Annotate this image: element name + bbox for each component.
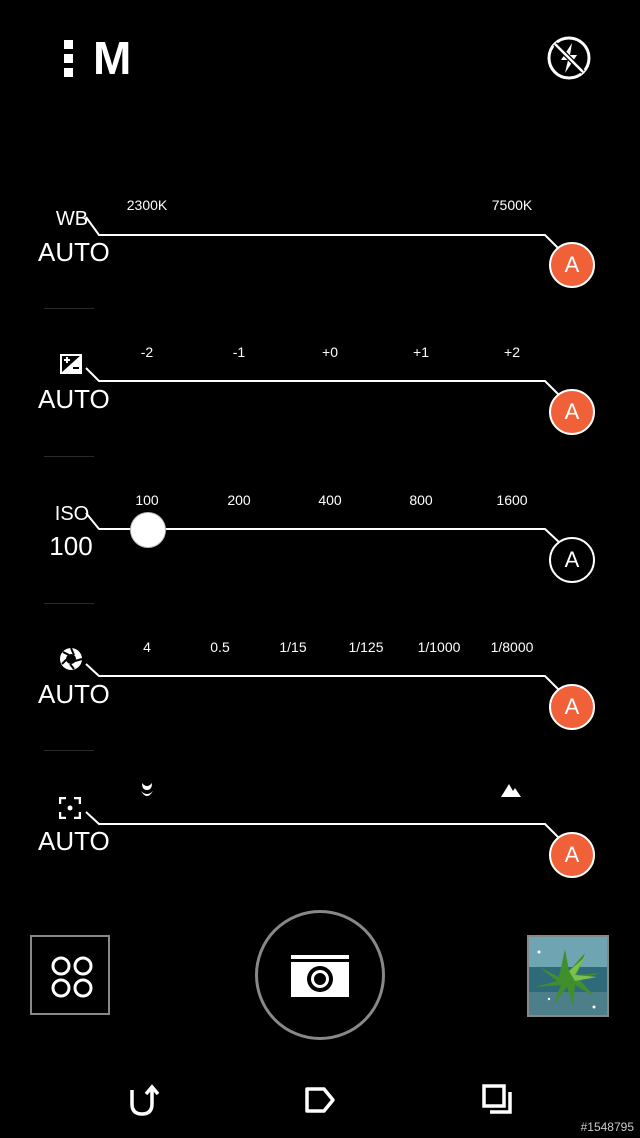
divider [44,603,94,604]
shutter-tick: 1/1000 [417,639,461,655]
shutter-tick: 0.5 [210,639,230,655]
exposure-control: AUTO -2 -1 +0 +1 +2 A [0,337,640,485]
shutter-tick: 1/15 [279,639,307,655]
home-icon[interactable] [300,1080,340,1120]
focus-value: AUTO [38,826,110,856]
exposure-tick: -2 [140,344,154,360]
exposure-tick: +0 [322,344,338,360]
shutter-speed-control: AUTO 4 0.5 1/15 1/125 1/1000 1/8000 A [0,632,640,780]
iso-value: 100 [49,531,93,561]
wb-tick-max: 7500K [491,197,533,213]
iso-tick: 800 [409,492,433,508]
watermark: #1548795 [580,1120,634,1134]
camera-modes-button[interactable] [30,935,110,1015]
macro-flower-icon [141,783,153,796]
exposure-tick: +2 [504,344,520,360]
wb-auto-button[interactable]: A [549,242,595,288]
gallery-thumbnail[interactable] [527,935,609,1017]
gallery-thumbnail-image [529,937,607,1015]
recents-icon[interactable] [478,1080,518,1120]
camera-icon [291,955,349,997]
iso-tick: 1600 [496,492,528,508]
iso-auto-button[interactable]: A [549,537,595,583]
exposure-compensation-icon [60,354,82,374]
exposure-tick: -1 [232,344,246,360]
wb-value: AUTO [38,237,110,267]
wb-tick-min: 2300K [126,197,168,213]
exposure-value: AUTO [38,384,110,414]
iso-control: ISO 100 100 200 400 800 1600 A [0,485,640,633]
back-icon[interactable] [122,1080,162,1120]
divider [44,456,94,457]
divider [44,308,94,309]
mode-label[interactable]: M [93,30,131,86]
landscape-mountain-icon [501,784,521,797]
iso-tick: 400 [318,492,342,508]
shutter-value: AUTO [38,679,110,709]
iso-tick: 100 [135,492,159,508]
wb-label: WB [55,208,89,230]
flash-off-icon[interactable] [546,35,592,81]
focus-icon [59,797,81,819]
focus-auto-button[interactable]: A [549,832,595,878]
iso-slider-handle[interactable] [130,512,166,548]
more-vertical-icon[interactable] [64,40,74,77]
aperture-icon [60,647,83,670]
iso-tick: 200 [227,492,251,508]
exposure-tick: +1 [413,344,429,360]
shutter-tick: 1/8000 [490,639,534,655]
shutter-button[interactable] [255,910,385,1040]
shutter-auto-button[interactable]: A [549,684,595,730]
white-balance-control: WB AUTO 2300K 7500K A [0,190,640,338]
divider [44,750,94,751]
shutter-tick: 4 [143,639,151,655]
shutter-tick: 1/125 [348,639,384,655]
camera-modes-icon [51,956,93,998]
iso-label: ISO [54,503,90,525]
focus-control: AUTO A [0,780,640,928]
exposure-auto-button[interactable]: A [549,389,595,435]
